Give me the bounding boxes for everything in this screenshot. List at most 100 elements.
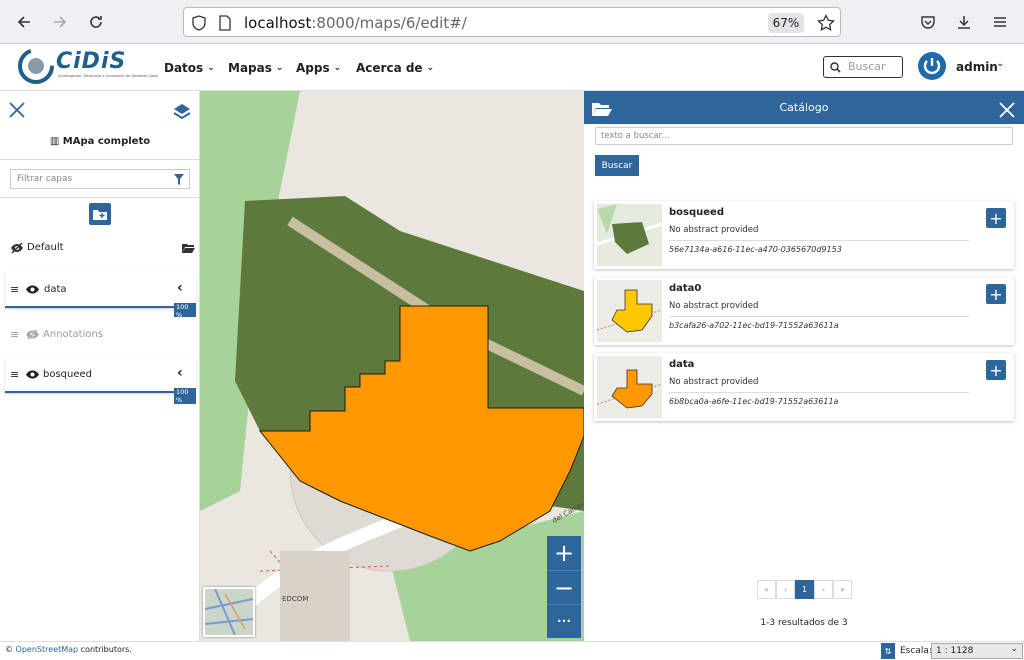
catalog-header: Catálogo xyxy=(584,91,1024,124)
menu-button[interactable] xyxy=(988,10,1012,34)
scale-value: 1 : 1128 xyxy=(936,646,974,656)
result-title: bosqueed xyxy=(669,207,724,218)
result-abstract: No abstract provided xyxy=(669,225,969,241)
catalog-result[interactable]: bosqueed No abstract provided 56e7134a-a… xyxy=(594,201,1014,269)
layer-name: Annotations xyxy=(43,329,104,340)
divider xyxy=(0,159,200,160)
logo-subtitle: Investigación, Desarrollo e Innovación d… xyxy=(58,74,158,78)
attribution-link[interactable]: OpenStreetMap xyxy=(16,645,79,654)
pagination: « ‹ 1 › » xyxy=(757,580,852,599)
zoom-in-button[interactable]: + xyxy=(547,536,581,570)
drag-handle-icon[interactable]: ≡ xyxy=(10,283,19,296)
catalog-search-button[interactable]: Buscar xyxy=(595,155,639,176)
url-text: localhost:8000/maps/6/edit#/ xyxy=(244,14,467,32)
forward-arrow-icon xyxy=(54,16,67,28)
page-last-button[interactable]: » xyxy=(833,580,852,599)
chevron-down-icon: ⌄ xyxy=(207,63,215,73)
address-bar[interactable]: localhost:8000/maps/6/edit#/ 67% xyxy=(183,7,841,37)
page-next-button[interactable]: › xyxy=(814,580,833,599)
eye-icon[interactable] xyxy=(26,285,39,294)
result-title: data xyxy=(669,359,695,370)
back-arrow-icon xyxy=(17,16,30,28)
layer-name: bosqueed xyxy=(43,369,93,380)
chevron-down-icon: ⌄ xyxy=(333,63,342,73)
map-title-text: MApa completo xyxy=(62,136,151,147)
result-title: data0 xyxy=(669,283,702,294)
chevron-down-icon: ⌄ xyxy=(1010,644,1018,654)
result-abstract: No abstract provided xyxy=(669,301,969,317)
result-thumbnail xyxy=(597,204,662,266)
map-canvas[interactable]: EDCOM del Campus + − ••• xyxy=(200,91,584,641)
menu-apps[interactable]: Apps ⌄ xyxy=(296,61,341,75)
expand-chevron-icon[interactable]: ‹ xyxy=(177,280,183,296)
menu-mapas[interactable]: Mapas ⌄ xyxy=(228,61,283,75)
filter-icon xyxy=(174,174,184,185)
close-icon[interactable] xyxy=(998,101,1016,119)
catalog-title: Catálogo xyxy=(779,101,829,114)
page-prev-button[interactable]: ‹ xyxy=(776,580,795,599)
scale-select[interactable]: 1 : 1128 ⌄ xyxy=(931,643,1023,659)
catalog-search-input[interactable]: texto a buscar... xyxy=(595,127,1013,145)
result-uuid: 56e7134a-a616-11ec-a470-0365670d9153 xyxy=(669,245,842,254)
layer-item[interactable]: ≡ Annotations xyxy=(5,317,196,353)
drag-handle-icon[interactable]: ≡ xyxy=(10,368,19,381)
eye-slash-icon[interactable] xyxy=(10,242,24,254)
browser-toolbar: localhost:8000/maps/6/edit#/ 67% xyxy=(0,0,1024,44)
catalog-result[interactable]: data No abstract provided 6b8bca0a-a6fe-… xyxy=(594,353,1014,421)
zoom-out-button[interactable]: − xyxy=(547,570,581,604)
user-menu[interactable]: admin ⌄ xyxy=(918,52,1008,82)
user-name: admin xyxy=(956,60,998,74)
layer-item[interactable]: ≡ bosqueed ‹ 100 % xyxy=(5,357,196,404)
page-icon xyxy=(219,15,231,31)
scale-toggle-button[interactable]: ⇅ xyxy=(881,643,895,659)
page-current-button[interactable]: 1 xyxy=(795,580,814,599)
catalog-panel: Catálogo texto a buscar... Buscar bosque… xyxy=(584,91,1024,641)
add-layer-button[interactable]: + xyxy=(986,208,1006,228)
expand-chevron-icon[interactable]: ‹ xyxy=(177,365,183,381)
opacity-bar[interactable] xyxy=(5,306,174,308)
logo-text: CiDiS xyxy=(56,49,127,74)
menu-datos[interactable]: Datos ⌄ xyxy=(164,61,215,75)
layer-item[interactable]: ≡ data ‹ 100 % xyxy=(5,272,196,319)
filter-placeholder: Filtrar capas xyxy=(17,174,73,184)
header-search-input[interactable]: Buscar xyxy=(823,56,903,78)
page-first-button[interactable]: « xyxy=(757,580,776,599)
add-layer-button[interactable] xyxy=(89,203,111,225)
results-summary: 1-3 resultados de 3 xyxy=(760,618,848,628)
layer-name: data xyxy=(44,284,67,295)
add-layer-button[interactable]: + xyxy=(986,360,1006,380)
pocket-button[interactable] xyxy=(916,10,940,34)
logo-mark-icon xyxy=(18,48,54,84)
layer-group-default[interactable]: Default xyxy=(0,239,200,259)
url-path: :8000/maps/6/edit#/ xyxy=(311,14,467,32)
back-button[interactable] xyxy=(12,10,36,34)
folder-open-icon xyxy=(182,244,195,253)
layers-icon[interactable] xyxy=(172,102,192,120)
result-thumbnail xyxy=(597,356,662,418)
opacity-bar[interactable] xyxy=(5,391,174,393)
filter-layers-input[interactable]: Filtrar capas xyxy=(10,169,190,189)
catalog-result[interactable]: data0 No abstract provided b3cafa26-a702… xyxy=(594,277,1014,345)
reload-button[interactable] xyxy=(84,10,108,34)
drag-handle-icon[interactable]: ≡ xyxy=(10,328,19,341)
star-icon[interactable] xyxy=(817,14,835,32)
hamburger-icon xyxy=(994,17,1006,27)
add-layer-button[interactable]: + xyxy=(986,284,1006,304)
app-header: CiDiS Investigación, Desarrollo e Innova… xyxy=(0,44,1024,91)
eye-slash-icon[interactable] xyxy=(26,329,39,340)
chevron-down-icon: ⌄ xyxy=(275,63,284,73)
add-folder-icon xyxy=(93,210,107,220)
power-avatar-icon xyxy=(918,52,946,80)
search-icon xyxy=(830,62,841,73)
menu-acerca[interactable]: Acerca de ⌄ xyxy=(356,61,434,75)
menu-mapas-label: Mapas xyxy=(228,61,272,75)
forward-button[interactable] xyxy=(48,10,72,34)
overview-map[interactable] xyxy=(203,587,255,637)
url-host: localhost xyxy=(244,14,312,32)
close-icon[interactable] xyxy=(8,101,26,119)
downloads-button[interactable] xyxy=(952,10,976,34)
zoom-level[interactable]: 67% xyxy=(768,13,804,33)
logo[interactable]: CiDiS Investigación, Desarrollo e Innova… xyxy=(18,47,158,87)
eye-icon[interactable] xyxy=(26,370,39,379)
more-tools-button[interactable]: ••• xyxy=(547,604,581,638)
